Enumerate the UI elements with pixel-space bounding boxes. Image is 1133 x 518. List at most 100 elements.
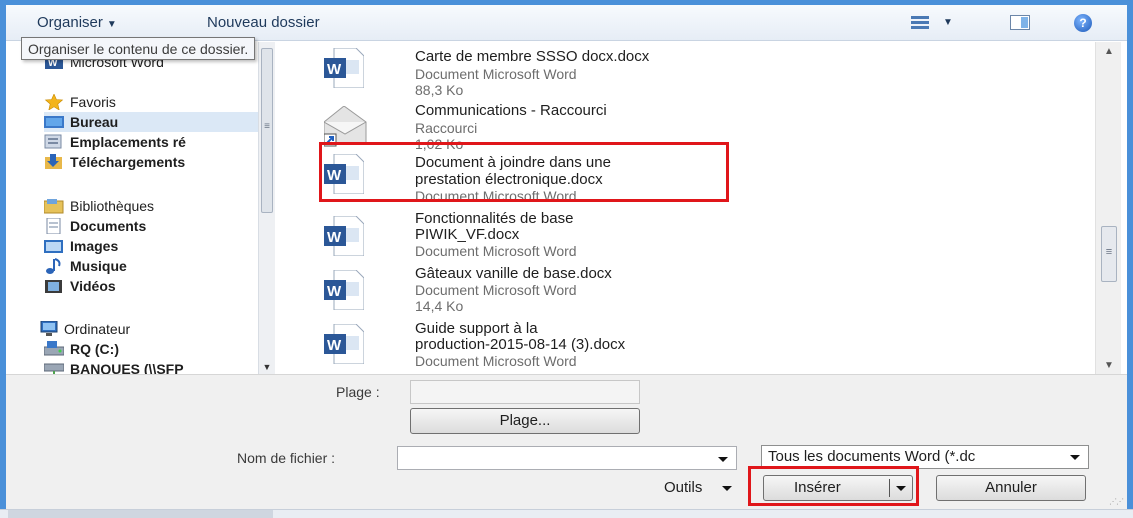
nav-scrollbar[interactable]: ▼ (258, 42, 275, 374)
nav-label: Bureau (70, 114, 119, 130)
insert-button[interactable]: Insérer (763, 475, 913, 501)
file-name-line1: Document à joindre dans une (415, 154, 611, 171)
insert-split-chevron-icon[interactable] (896, 486, 906, 491)
file-size: 14,4 Ko (415, 298, 464, 314)
nav-computer[interactable]: Ordinateur (38, 319, 130, 339)
nav-item-recent-places[interactable]: Emplacements ré (44, 132, 186, 152)
file-name: Communications - Raccourci (415, 102, 607, 119)
file-type: Document Microsoft Word (415, 353, 577, 369)
filetype-select[interactable]: Tous les documents Word (*.dc (761, 445, 1089, 469)
resize-grip-icon[interactable]: ⋰⋰ (1109, 497, 1124, 506)
chevron-down-icon[interactable] (1070, 455, 1080, 460)
view-options-icon[interactable] (911, 15, 929, 31)
nav-label: Téléchargements (70, 154, 186, 170)
file-name-line2: prestation électronique.docx (415, 171, 603, 188)
range-label: Plage : (336, 384, 380, 400)
nav-label: Vidéos (70, 278, 116, 294)
nav-item-music[interactable]: Musique (44, 256, 127, 276)
view-chevron-down-icon[interactable]: ▼ (943, 17, 953, 28)
file-item[interactable]: W Gâteaux vanille de base.docx Document … (276, 262, 1076, 314)
scroll-down-arrow-icon[interactable]: ▼ (1096, 360, 1122, 371)
insert-button-label: Insérer (794, 479, 841, 496)
file-item[interactable]: Communications - Raccourci Raccourci 1,0… (276, 100, 1076, 152)
preview-pane-icon[interactable] (1010, 15, 1030, 30)
file-name-line2: PIWIK_VF.docx (415, 226, 520, 243)
nav-item-drive-c[interactable]: RQ (C:) (44, 339, 119, 359)
word-document-icon: W (324, 324, 364, 364)
tools-label[interactable]: Outils (664, 479, 702, 496)
organise-button[interactable]: Organiser ▼ (37, 14, 117, 31)
file-name-line1: Fonctionnalités de base (415, 210, 574, 227)
help-icon[interactable]: ? (1074, 14, 1092, 32)
star-icon (44, 94, 64, 110)
file-name: Gâteaux vanille de base.docx (415, 265, 612, 282)
drive-icon (44, 341, 64, 357)
nav-label: Bibliothèques (70, 198, 155, 214)
file-type: Document Microsoft Word (415, 282, 577, 298)
file-size: 88,3 Ko (415, 82, 464, 98)
images-icon (44, 238, 64, 254)
range-button[interactable]: Plage... (410, 408, 640, 434)
desktop-icon (44, 114, 64, 130)
nav-label: Favoris (70, 94, 116, 110)
file-type: Document Microsoft Word (415, 243, 577, 259)
nav-scroll-thumb[interactable] (261, 48, 273, 213)
file-item[interactable]: W Guide support à la production-2015-08-… (276, 316, 1076, 369)
word-document-icon: W (324, 270, 364, 310)
scroll-up-arrow-icon[interactable]: ▲ (1096, 46, 1122, 57)
word-document-icon: W (324, 48, 364, 88)
downloads-icon (44, 154, 64, 170)
file-item[interactable]: W Carte de membre SSSO docx.docx Documen… (276, 44, 1076, 98)
nav-item-downloads[interactable]: Téléchargements (44, 152, 185, 172)
nav-item-videos[interactable]: Vidéos (44, 276, 116, 296)
nav-label: BANQUES (\\SFP (70, 361, 184, 374)
range-input[interactable] (410, 380, 640, 404)
dialog-footer: Plage : Plage... Nom de fichier : Tous l… (6, 374, 1127, 509)
word-document-icon: W (324, 154, 364, 194)
filetype-value: Tous les documents Word (*.dc (768, 448, 976, 465)
filename-label: Nom de fichier : (237, 450, 336, 466)
scroll-down-arrow-icon[interactable]: ▼ (259, 362, 275, 372)
documents-icon (44, 218, 64, 234)
file-item-highlighted[interactable]: W Document à joindre dans une prestation… (276, 146, 1076, 204)
svg-text:W: W (327, 337, 342, 354)
file-item[interactable]: W Fonctionnalités de base PIWIK_VF.docx … (276, 208, 1076, 260)
file-type: Raccourci (415, 120, 478, 136)
svg-text:W: W (327, 229, 342, 246)
file-type: Document Microsoft Word (415, 188, 577, 204)
cancel-button[interactable]: Annuler (936, 475, 1086, 501)
svg-text:W: W (327, 61, 342, 78)
file-list-scrollbar[interactable]: ▲ ▼ (1095, 42, 1121, 374)
computer-icon (38, 321, 58, 337)
nav-favorites[interactable]: Favoris (44, 92, 116, 112)
filename-field[interactable] (397, 446, 737, 470)
shortcut-envelope-icon (324, 106, 367, 147)
nav-item-documents[interactable]: Documents (44, 216, 146, 236)
file-name-line2: production-2015-08-14 (3).docx (415, 336, 626, 353)
file-type: Document Microsoft Word (415, 66, 577, 82)
nav-libraries[interactable]: Bibliothèques (44, 196, 154, 216)
file-name-line1: Guide support à la (415, 320, 538, 337)
chevron-down-icon[interactable] (718, 457, 728, 462)
file-list-scroll-thumb[interactable] (1101, 226, 1117, 282)
new-folder-button[interactable]: Nouveau dossier (207, 14, 320, 31)
svg-text:W: W (327, 167, 342, 184)
pane-edge (8, 510, 273, 518)
nav-item-network-drive[interactable]: BANQUES (\\SFP (44, 359, 184, 374)
recent-places-icon (44, 134, 64, 150)
nav-label: Musique (70, 258, 127, 274)
tools-chevron-down-icon[interactable] (722, 486, 732, 491)
nav-label: Images (70, 238, 119, 254)
chevron-down-icon: ▼ (106, 19, 117, 30)
library-icon (44, 198, 64, 214)
organise-label: Organiser (37, 14, 103, 31)
music-icon (44, 258, 64, 274)
file-list: W Carte de membre SSSO docx.docx Documen… (276, 42, 1091, 374)
nav-item-images[interactable]: Images (44, 236, 118, 256)
window-bottom-edge (0, 509, 1133, 518)
tooltip: Organiser le contenu de ce dossier. (21, 37, 256, 60)
toolbar: Organiser ▼ Nouveau dossier ▼ ? (6, 5, 1127, 41)
svg-text:W: W (327, 283, 342, 300)
nav-label: Documents (70, 218, 147, 234)
nav-item-bureau[interactable]: Bureau (44, 112, 258, 132)
